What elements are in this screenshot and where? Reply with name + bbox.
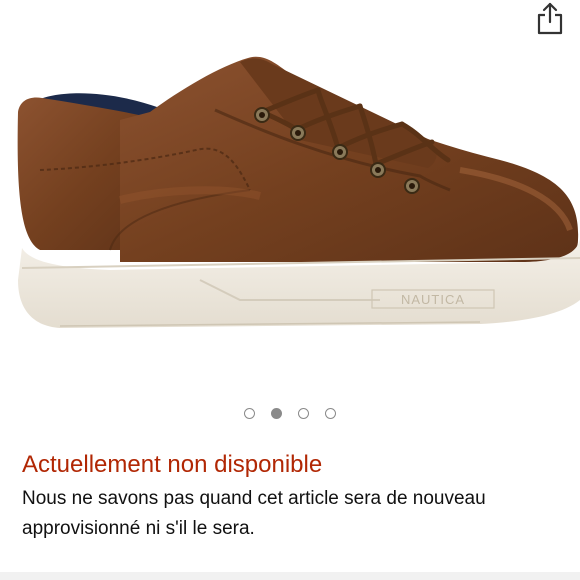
share-icon (537, 2, 563, 35)
product-page: NAUTICA Actuellement non disponible Nous… (0, 0, 580, 580)
carousel-dot-3[interactable] (298, 407, 309, 419)
product-image[interactable]: NAUTICA (0, 0, 580, 396)
section-divider (0, 572, 580, 580)
product-image-gallery[interactable]: NAUTICA (0, 0, 580, 396)
svg-text:NAUTICA: NAUTICA (401, 292, 465, 307)
carousel-indicators (0, 404, 580, 422)
carousel-dot-1[interactable] (244, 407, 255, 419)
share-button[interactable] (534, 0, 566, 38)
carousel-dot-4[interactable] (325, 407, 336, 419)
availability-section: Actuellement non disponible Nous ne savo… (22, 448, 570, 544)
availability-status: Actuellement non disponible (22, 451, 323, 478)
availability-description: Nous ne savons pas quand cet article ser… (22, 488, 486, 539)
carousel-dot-2[interactable] (271, 407, 282, 419)
